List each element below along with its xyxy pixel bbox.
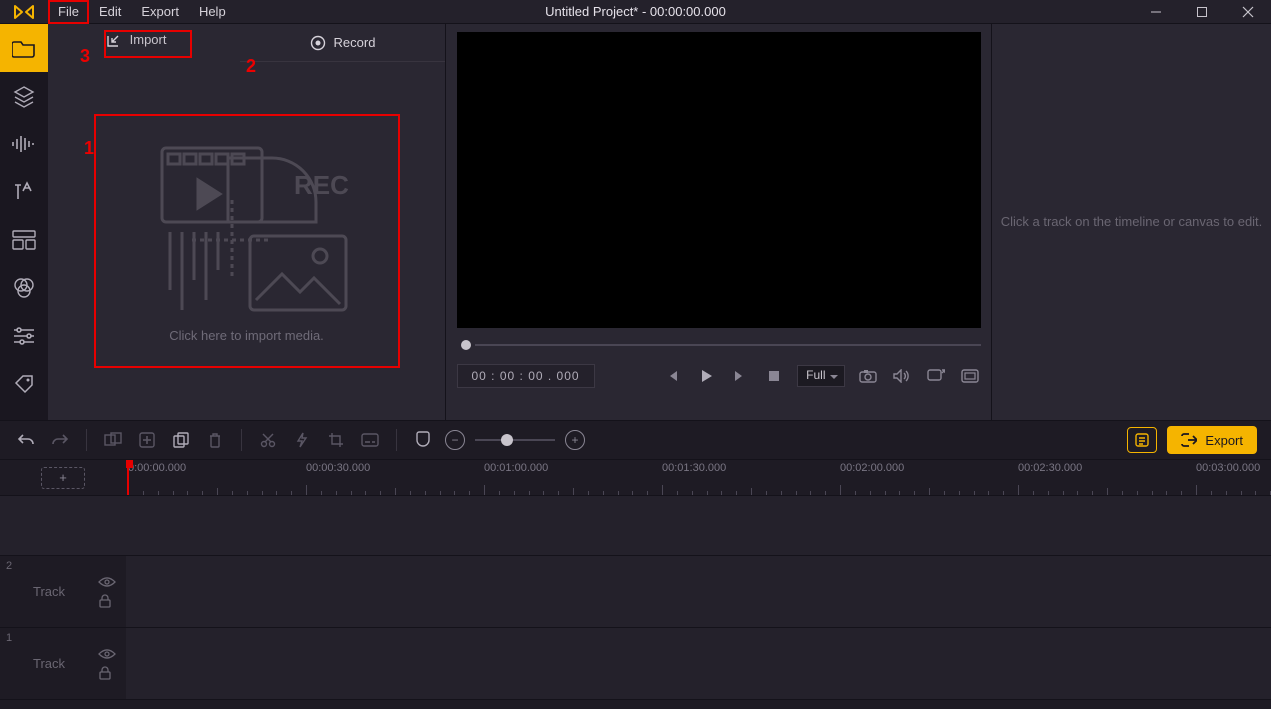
volume-button[interactable] bbox=[891, 365, 913, 387]
sliders-icon bbox=[12, 327, 36, 345]
dropzone-art-icon: REC bbox=[132, 140, 362, 320]
tool-copy-icon[interactable] bbox=[169, 428, 193, 452]
rail-text[interactable] bbox=[0, 168, 48, 216]
dropzone-text: Click here to import media. bbox=[169, 328, 324, 343]
track-number: 2 bbox=[6, 560, 12, 572]
timeline-empty-area[interactable] bbox=[0, 496, 1271, 556]
menu-help[interactable]: Help bbox=[189, 0, 236, 24]
minimize-button[interactable] bbox=[1133, 0, 1179, 24]
svg-text:REC: REC bbox=[294, 170, 349, 200]
export-button[interactable]: Export bbox=[1167, 426, 1257, 454]
rail-transitions[interactable] bbox=[0, 312, 48, 360]
app-logo bbox=[0, 0, 48, 24]
track-header[interactable]: 2 Track bbox=[0, 556, 126, 627]
zoom-in-button[interactable]: + bbox=[565, 430, 585, 450]
export-label: Export bbox=[1205, 433, 1243, 448]
close-button[interactable] bbox=[1225, 0, 1271, 24]
zoom-slider[interactable] bbox=[475, 439, 555, 441]
preview-scrubber[interactable] bbox=[457, 342, 981, 352]
tool-crop-icon[interactable] bbox=[324, 428, 348, 452]
track-lane[interactable] bbox=[126, 628, 1271, 699]
next-frame-button[interactable] bbox=[729, 365, 751, 387]
record-button[interactable]: Record bbox=[240, 24, 445, 62]
record-label: Record bbox=[334, 35, 376, 50]
tool-speed-icon[interactable] bbox=[290, 428, 314, 452]
media-drop-zone[interactable]: REC Click here to import media. bbox=[94, 114, 400, 368]
preview-zoom-select[interactable]: Full bbox=[797, 365, 844, 387]
visibility-icon[interactable] bbox=[98, 648, 116, 660]
import-icon bbox=[106, 34, 120, 48]
ruler-label: 00:02:30.000 bbox=[1018, 462, 1082, 474]
track-lane[interactable] bbox=[126, 556, 1271, 627]
menu-edit[interactable]: Edit bbox=[89, 0, 131, 24]
tool-cut-icon[interactable] bbox=[256, 428, 280, 452]
properties-hint: Click a track on the timeline or canvas … bbox=[1001, 212, 1263, 233]
render-preview-button[interactable] bbox=[1127, 427, 1157, 453]
undo-button[interactable] bbox=[14, 428, 38, 452]
rail-media[interactable] bbox=[0, 24, 48, 72]
export-icon bbox=[1181, 433, 1197, 447]
preview-timecode: 00 : 00 : 00 . 000 bbox=[457, 364, 595, 388]
menu-export[interactable]: Export bbox=[131, 0, 189, 24]
tag-icon bbox=[13, 373, 35, 395]
ruler-label: 00:01:00.000 bbox=[484, 462, 548, 474]
rail-layers[interactable] bbox=[0, 72, 48, 120]
zoom-out-button[interactable]: − bbox=[445, 430, 465, 450]
lock-icon[interactable] bbox=[98, 666, 116, 680]
rail-filters[interactable] bbox=[0, 264, 48, 312]
annotation-1: 1 bbox=[84, 138, 94, 159]
visibility-icon[interactable] bbox=[98, 576, 116, 588]
ruler-label: 0:00:00.000 bbox=[128, 462, 186, 474]
play-button[interactable] bbox=[695, 365, 717, 387]
folder-icon bbox=[12, 38, 36, 58]
import-button[interactable]: Import bbox=[104, 30, 192, 58]
add-track-button[interactable]: + bbox=[41, 467, 85, 489]
ruler-label: 00:01:30.000 bbox=[662, 462, 726, 474]
lock-icon[interactable] bbox=[98, 594, 116, 608]
layers-icon bbox=[12, 84, 36, 108]
rail-audio[interactable] bbox=[0, 120, 48, 168]
timeline-ruler[interactable]: 0:00:00.000 00:00:30.000 00:01:00.000 00:01… bbox=[126, 460, 1271, 495]
tool-caption-icon[interactable] bbox=[358, 428, 382, 452]
template-icon bbox=[12, 230, 36, 250]
fullscreen-button[interactable] bbox=[959, 365, 981, 387]
text-icon bbox=[13, 181, 35, 203]
ruler-label: 00:00:30.000 bbox=[306, 462, 370, 474]
snapshot-button[interactable] bbox=[857, 365, 879, 387]
rail-templates[interactable] bbox=[0, 216, 48, 264]
track-label: Track bbox=[10, 656, 88, 671]
import-label: Import bbox=[130, 32, 167, 47]
waveform-icon bbox=[11, 135, 37, 153]
prev-frame-button[interactable] bbox=[661, 365, 683, 387]
ruler-label: 00:02:00.000 bbox=[840, 462, 904, 474]
tool-delete-icon[interactable] bbox=[203, 428, 227, 452]
preview-viewport[interactable] bbox=[457, 32, 981, 328]
track-label: Track bbox=[10, 584, 88, 599]
track-header[interactable]: 1 Track bbox=[0, 628, 126, 699]
maximize-button[interactable] bbox=[1179, 0, 1225, 24]
tool-add-icon[interactable] bbox=[135, 428, 159, 452]
playhead[interactable] bbox=[127, 460, 129, 495]
ruler-label: 00:03:00.000 bbox=[1196, 462, 1260, 474]
stop-button[interactable] bbox=[763, 365, 785, 387]
tool-group-icon[interactable] bbox=[101, 428, 125, 452]
record-icon bbox=[310, 35, 326, 51]
rail-elements[interactable] bbox=[0, 360, 48, 408]
menu-file[interactable]: File bbox=[48, 0, 89, 24]
track-number: 1 bbox=[6, 632, 12, 644]
tool-marker-icon[interactable] bbox=[411, 428, 435, 452]
redo-button[interactable] bbox=[48, 428, 72, 452]
venn-icon bbox=[12, 276, 36, 300]
detach-button[interactable] bbox=[925, 365, 947, 387]
